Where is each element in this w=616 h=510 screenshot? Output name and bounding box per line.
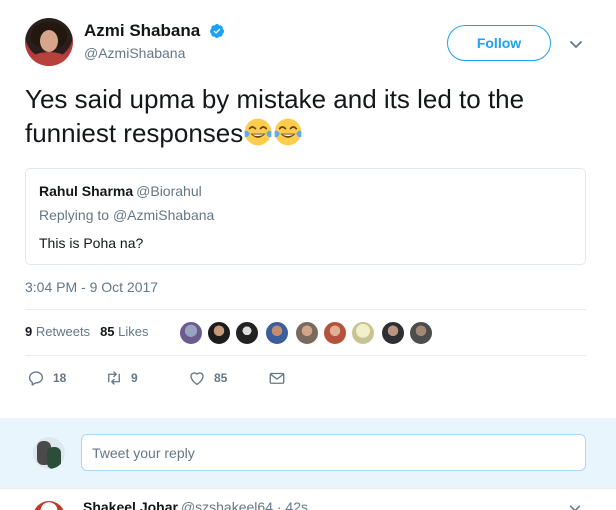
reply-icon <box>28 371 44 386</box>
verified-badge-icon <box>209 24 224 38</box>
current-user-avatar[interactable] <box>33 437 65 469</box>
chevron-down-icon[interactable] <box>568 36 584 52</box>
reply-count: 18 <box>53 371 67 385</box>
quoted-tweet-author[interactable]: Rahul Sharma @Biorahul <box>39 183 202 199</box>
tears-of-joy-emoji-icon <box>244 118 272 146</box>
reply-input-placeholder: Tweet your reply <box>92 444 195 461</box>
retweet-button[interactable]: 9 <box>105 369 138 387</box>
tweet-text-line2: funniest responses <box>25 118 244 148</box>
tweet-text-line1: Yes said upma by mistake and its led to … <box>25 84 525 114</box>
reply-composer: Tweet your reply <box>0 418 616 488</box>
next-reply-tweet[interactable]: Shakeel Johar @szshakeel64 · 42s <box>0 488 616 510</box>
likes-stat[interactable]: 85 Likes <box>100 324 148 339</box>
replying-to-label: Replying to <box>39 207 110 223</box>
divider <box>25 309 586 310</box>
author-handle[interactable]: @AzmiShabana <box>84 45 225 61</box>
liker-avatar[interactable] <box>322 320 348 346</box>
likes-label: Likes <box>118 324 149 339</box>
reply-button[interactable]: 18 <box>27 369 66 387</box>
divider <box>25 355 586 356</box>
author-avatar[interactable] <box>25 18 73 66</box>
like-button[interactable]: 85 <box>188 369 227 387</box>
liker-avatar[interactable] <box>178 320 204 346</box>
author-name-block[interactable]: Azmi Shabana @AzmiShabana <box>84 21 225 61</box>
quoted-tweet-text: This is Poha na? <box>39 235 144 251</box>
reply-author-name[interactable]: Shakeel Johar <box>83 499 178 510</box>
reply-author-avatar[interactable] <box>33 501 65 510</box>
liker-avatar[interactable] <box>380 320 406 346</box>
quoted-tweet-card[interactable]: Rahul Sharma @Biorahul Replying to @AzmiS… <box>25 168 586 265</box>
replying-to-handle[interactable]: @AzmiShabana <box>113 207 214 223</box>
tears-of-joy-emoji-icon <box>274 118 302 146</box>
liker-avatar[interactable] <box>350 320 376 346</box>
author-display-name[interactable]: Azmi Shabana <box>84 21 200 41</box>
retweets-count: 9 <box>25 324 33 339</box>
chevron-down-icon[interactable] <box>568 501 582 510</box>
like-count: 85 <box>214 371 228 385</box>
reply-author[interactable]: Shakeel Johar @szshakeel64 · 42s <box>83 499 308 510</box>
retweet-count: 9 <box>131 371 138 385</box>
direct-message-button[interactable] <box>268 369 294 387</box>
tweet-text-line2-wrap: funniest responses <box>25 116 595 150</box>
liker-avatar[interactable] <box>408 320 434 346</box>
reply-input[interactable]: Tweet your reply <box>81 434 586 471</box>
retweet-icon <box>108 371 120 385</box>
quoted-author-name[interactable]: Rahul Sharma <box>39 183 133 199</box>
liker-avatar[interactable] <box>234 320 260 346</box>
reply-author-handle-time[interactable]: @szshakeel64 · 42s <box>181 499 308 510</box>
quoted-author-handle[interactable]: @Biorahul <box>136 183 202 199</box>
replying-to-line: Replying to @AzmiShabana <box>39 207 214 223</box>
heart-icon <box>190 372 204 386</box>
retweets-stat[interactable]: 9 Retweets <box>25 324 90 339</box>
envelope-icon <box>269 372 285 384</box>
liker-avatar[interactable] <box>206 320 232 346</box>
likes-count: 85 <box>100 324 115 339</box>
tweet-stats: 9 Retweets 85 Likes <box>25 324 149 339</box>
tweet-timestamp[interactable]: 3:04 PM - 9 Oct 2017 <box>25 279 158 295</box>
retweets-label: Retweets <box>35 324 91 339</box>
follow-button[interactable]: Follow <box>447 25 551 61</box>
liker-avatar[interactable] <box>294 320 320 346</box>
tweet-container: Azmi Shabana @AzmiShabana Follow Yes sai… <box>0 0 616 418</box>
liker-avatar[interactable] <box>264 320 290 346</box>
tweet-text: Yes said upma by mistake and its led to … <box>25 82 595 150</box>
